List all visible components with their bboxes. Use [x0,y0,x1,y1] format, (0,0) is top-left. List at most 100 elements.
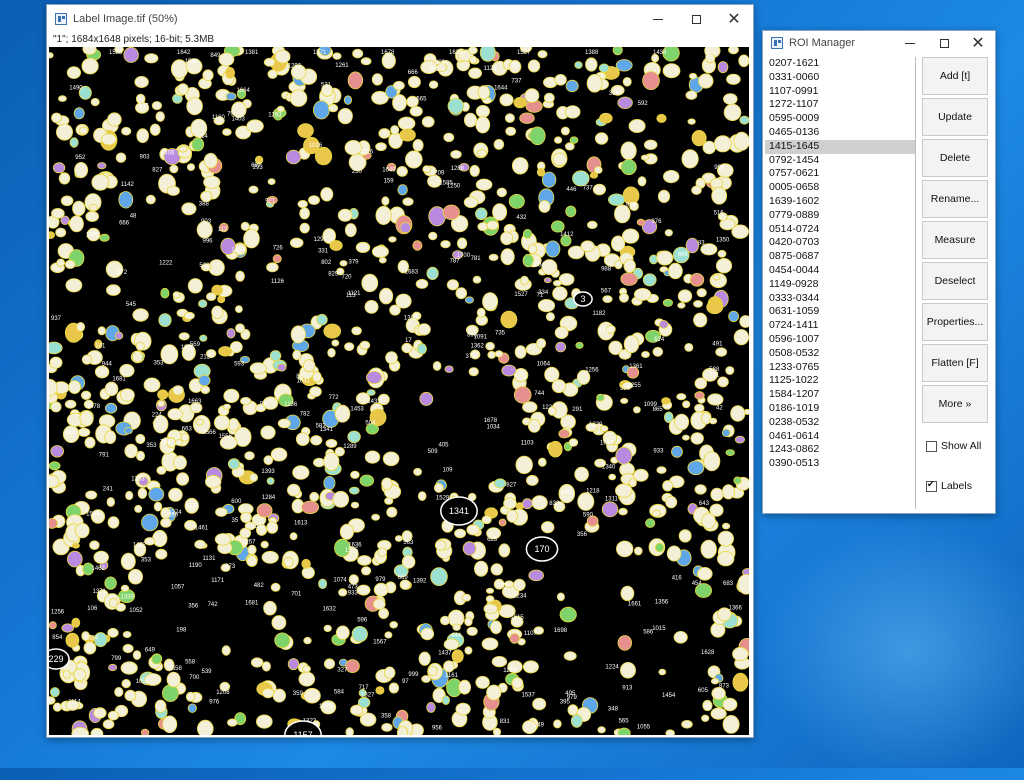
cell-roi[interactable] [155,700,166,712]
cell-roi[interactable] [595,133,608,145]
cell-roi[interactable] [98,163,106,169]
image-window-titlebar[interactable]: Label Image.tif (50%) ✕ [47,5,753,33]
cell-roi[interactable] [723,698,737,711]
cell-roi[interactable] [619,293,628,302]
cell-roi[interactable] [204,176,220,188]
cell-roi[interactable] [356,242,370,252]
cell-roi[interactable] [677,394,686,400]
cell-roi[interactable] [482,516,491,524]
cell-roi[interactable] [173,386,184,395]
cell-roi[interactable] [586,58,598,71]
cell-roi[interactable] [284,557,293,567]
cell-roi[interactable] [188,704,196,713]
cell-roi[interactable] [89,204,97,211]
cell-roi[interactable] [537,339,546,349]
cell-roi[interactable] [477,308,485,317]
cell-roi[interactable] [690,273,704,286]
cell-roi[interactable] [105,431,116,444]
cell-roi[interactable] [115,687,123,696]
maximize-button[interactable] [677,5,715,33]
cell-roi[interactable] [196,419,204,425]
cell-roi[interactable] [549,441,563,457]
cell-roi[interactable] [422,117,434,128]
cell-roi[interactable] [154,502,162,511]
cell-roi[interactable] [469,56,476,64]
cell-roi[interactable] [447,280,458,290]
cell-roi[interactable] [277,364,286,371]
cell-roi[interactable] [79,127,88,135]
cell-roi[interactable] [575,467,589,481]
cell-roi[interactable] [723,715,739,733]
cell-roi[interactable] [555,74,567,85]
cell-roi[interactable] [576,342,583,348]
cell-roi[interactable] [105,382,118,396]
cell-roi[interactable] [161,518,172,527]
cell-roi[interactable] [642,351,650,357]
cell-roi[interactable] [251,658,263,667]
cell-roi[interactable] [552,380,566,393]
cell-roi[interactable] [178,84,189,95]
cell-roi[interactable] [396,294,411,308]
roi-list-item[interactable]: 0454-0044 [765,264,915,278]
cell-roi[interactable] [431,568,448,586]
cell-roi[interactable] [729,47,739,54]
cell-roi[interactable] [61,196,73,206]
cell-roi[interactable] [487,221,499,230]
cell-roi[interactable] [382,197,389,206]
cell-roi[interactable] [136,94,145,104]
cell-roi[interactable] [493,204,507,221]
cell-roi[interactable] [212,306,223,319]
cell-roi[interactable] [78,428,90,436]
cell-roi[interactable] [365,451,380,463]
cell-roi[interactable] [80,411,93,426]
cell-roi[interactable] [512,678,523,689]
update-button[interactable]: Update [922,98,988,136]
cell-roi[interactable] [374,583,388,596]
cell-roi[interactable] [634,469,649,481]
cell-roi[interactable] [175,440,182,446]
cell-roi[interactable] [491,564,503,575]
cell-roi[interactable] [427,702,436,712]
cell-roi[interactable] [538,299,554,311]
cell-roi[interactable] [734,477,741,484]
cell-roi[interactable] [65,400,76,408]
cell-roi[interactable] [718,531,734,546]
cell-roi[interactable] [65,260,75,268]
cell-roi[interactable] [689,73,696,79]
cell-roi[interactable] [528,244,536,253]
cell-roi[interactable] [465,297,473,303]
cell-roi[interactable] [672,446,683,457]
cell-roi[interactable] [49,342,62,354]
cell-roi[interactable] [537,168,544,176]
cell-roi[interactable] [735,436,744,443]
cell-roi[interactable] [310,387,322,397]
cell-roi[interactable] [52,208,65,218]
cell-roi[interactable] [704,452,720,471]
measure-button[interactable]: Measure [922,221,988,259]
cell-roi[interactable] [179,333,189,340]
cell-roi[interactable] [453,624,461,631]
cell-roi[interactable] [484,604,498,614]
show-all-checkbox-row[interactable]: Show All [922,426,988,466]
cell-roi[interactable] [215,534,231,546]
cell-roi[interactable] [663,481,673,492]
cell-roi[interactable] [267,478,274,485]
cell-roi[interactable] [250,363,266,374]
cell-roi[interactable] [179,146,187,152]
cell-roi[interactable] [264,601,277,615]
cell-roi[interactable] [332,340,339,346]
cell-roi[interactable] [177,473,189,486]
cell-roi[interactable] [402,343,412,353]
cell-roi[interactable] [674,631,687,643]
cell-roi[interactable] [653,347,663,356]
cell-roi[interactable] [507,510,518,522]
segmentation-label-map[interactable]: 1392853473152790494411972249525675058810… [49,47,749,735]
cell-roi[interactable] [63,671,70,679]
cell-roi[interactable] [529,570,544,581]
cell-roi[interactable] [205,475,221,488]
cell-roi[interactable] [91,728,103,735]
cell-roi[interactable] [657,467,666,474]
cell-roi[interactable] [643,274,656,286]
roi-list-item[interactable]: 0331-0060 [765,71,915,85]
cell-roi[interactable] [621,398,628,403]
